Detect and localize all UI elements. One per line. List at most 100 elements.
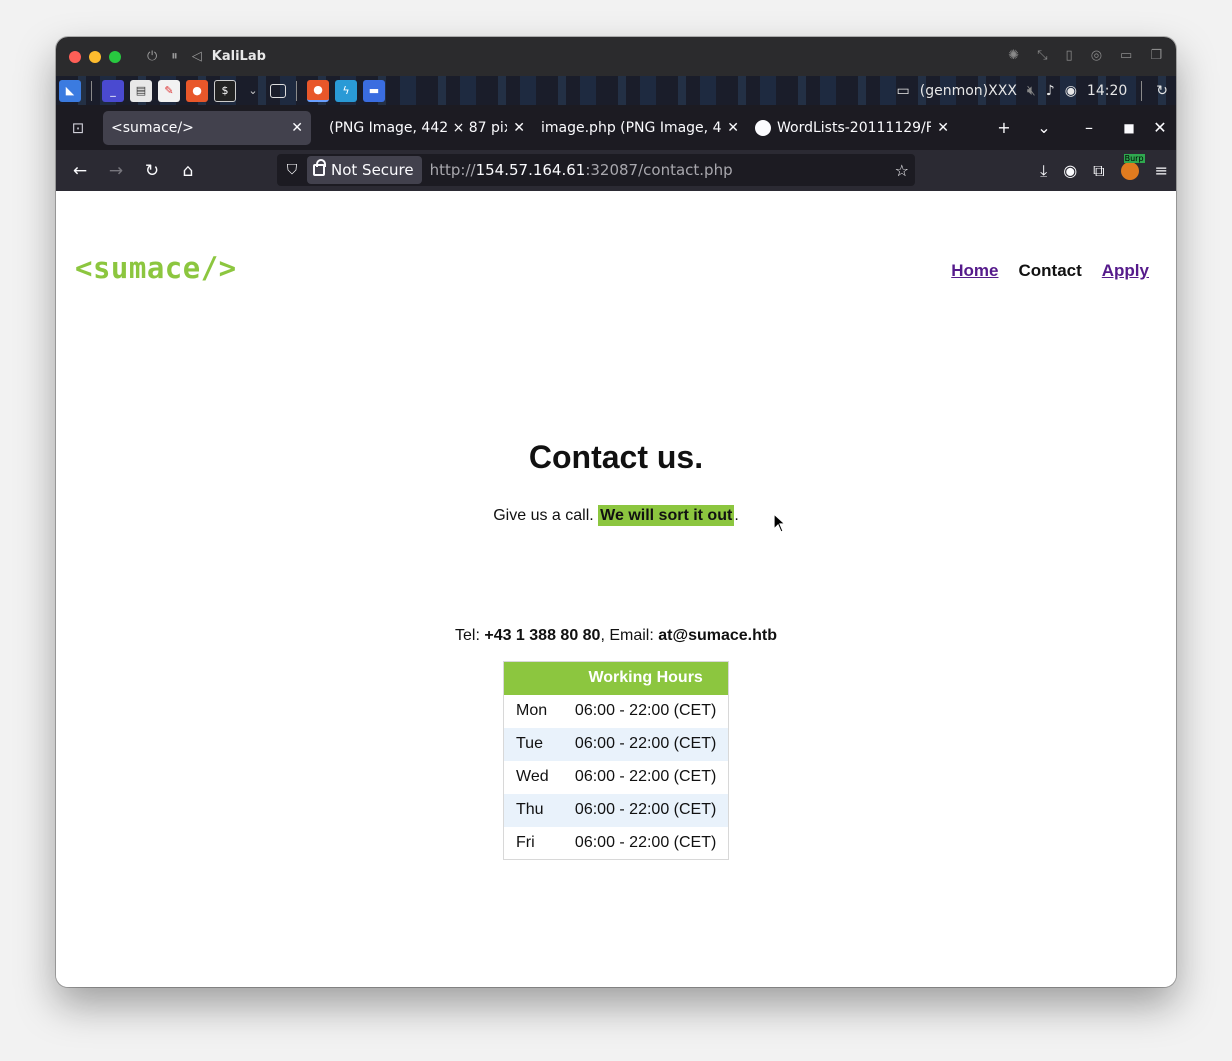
- kali-panel: ◣ _ ▤ ✎ ● $ ⌄ ● ϟ ▬ ▭ (genmon)XXX 🔇︎ ♪ ◉…: [56, 76, 1176, 105]
- folder-share-icon[interactable]: ▭: [1120, 48, 1132, 63]
- tagline-highlight: We will sort it out: [598, 505, 735, 526]
- burp-extension-icon[interactable]: [1120, 153, 1145, 180]
- back-triangle-icon[interactable]: ◁: [192, 49, 202, 64]
- url-path: :32087/contact.php: [585, 161, 733, 179]
- mute-icon[interactable]: 🔇︎: [1027, 83, 1036, 99]
- power-manager-icon[interactable]: ◉: [1065, 83, 1077, 99]
- tab-wordlists[interactable]: WordLists-20111129/File ✕: [747, 111, 957, 145]
- close-icon[interactable]: ✕: [1144, 118, 1176, 137]
- pause-icon[interactable]: ⏸: [171, 49, 178, 64]
- windows-icon[interactable]: ❐: [1150, 48, 1162, 63]
- nav-link-home[interactable]: Home: [951, 261, 998, 281]
- folder-window-icon[interactable]: ▬: [363, 79, 385, 102]
- tab-label: image.php (PNG Image, 442: [541, 119, 722, 136]
- url-scheme: http://: [429, 161, 476, 179]
- tab-label: WordLists-20111129/File: [777, 119, 932, 136]
- tagline: Give us a call. We will sort it out.: [56, 505, 1176, 526]
- window-icon[interactable]: [270, 83, 286, 98]
- table-row: Fri 06:00 - 22:00 (CET): [504, 827, 729, 860]
- contact-info: Tel: +43 1 388 80 80, Email: at@sumace.h…: [56, 627, 1176, 645]
- url-bar[interactable]: ⛉ Not Secure http://154.57.164.61:32087/…: [277, 154, 915, 186]
- new-tab-icon[interactable]: +: [984, 118, 1024, 137]
- bookmark-star-icon[interactable]: ☆: [895, 161, 909, 180]
- time-cell: 06:00 - 22:00 (CET): [574, 833, 717, 851]
- extensions-icon[interactable]: ⧉: [1093, 161, 1104, 181]
- monitor-icon: ▭: [896, 82, 910, 99]
- power-icon[interactable]: ⏻: [147, 49, 157, 64]
- text-editor-icon[interactable]: ✎: [158, 79, 180, 102]
- traffic-lights: [69, 50, 121, 63]
- genmon-label: (genmon)XXX: [919, 82, 1017, 99]
- terminal-icon[interactable]: $: [214, 79, 236, 102]
- table-header-working-hours: Working Hours: [563, 661, 729, 695]
- close-tab-icon[interactable]: ✕: [513, 120, 525, 136]
- kali-menu-icon[interactable]: ◣: [59, 79, 81, 102]
- home-icon[interactable]: ⌂: [170, 161, 206, 181]
- close-window-button[interactable]: [69, 50, 81, 63]
- url-host: 154.57.164.61: [475, 161, 586, 179]
- time-cell: 06:00 - 22:00 (CET): [574, 702, 717, 719]
- tab-overview-icon[interactable]: ⊡: [56, 105, 100, 150]
- bell-icon[interactable]: ♪: [1046, 83, 1055, 99]
- time-cell: 06:00 - 22:00 (CET): [563, 727, 729, 761]
- tab-png-image[interactable]: (PNG Image, 442 × 87 pixels ✕: [317, 111, 533, 145]
- firefox-launcher-icon[interactable]: ●: [186, 79, 208, 102]
- site-logo[interactable]: <sumace/>: [75, 251, 237, 285]
- close-tab-icon[interactable]: ✕: [291, 120, 303, 136]
- tab-label: <sumace/>: [111, 119, 194, 136]
- maximize-icon[interactable]: ■: [1114, 121, 1144, 135]
- download-icon[interactable]: ⤓: [1040, 161, 1047, 181]
- nav-link-contact: Contact: [1018, 261, 1082, 280]
- reload-icon[interactable]: ↻: [134, 161, 170, 181]
- forward-arrow-icon[interactable]: →: [98, 161, 134, 181]
- firefox-window-icon[interactable]: ●: [307, 79, 329, 102]
- brightness-icon[interactable]: ✺: [1008, 48, 1019, 63]
- chevron-down-icon[interactable]: ⌄: [242, 80, 264, 102]
- network-icon[interactable]: ◎: [1091, 48, 1102, 63]
- zoom-window-button[interactable]: [109, 50, 121, 63]
- minimize-icon[interactable]: –: [1064, 118, 1114, 137]
- site-nav: Home Contact Apply: [951, 261, 1149, 281]
- table-row: Tue 06:00 - 22:00 (CET): [503, 727, 729, 761]
- tab-image-php[interactable]: image.php (PNG Image, 442 ✕: [533, 111, 747, 145]
- clock[interactable]: 14:20: [1087, 83, 1127, 99]
- back-arrow-icon[interactable]: ←: [62, 161, 98, 181]
- tagline-suffix: .: [734, 507, 739, 524]
- mouse-cursor-icon: [773, 513, 787, 533]
- minimize-window-button[interactable]: [89, 50, 101, 63]
- shield-icon[interactable]: ⛉: [277, 162, 307, 178]
- web-page: <sumace/> Home Contact Apply Contact us.…: [56, 191, 1176, 987]
- working-hours-table: Working Hours Mon 06:00 - 22:00 (CET) Tu…: [503, 661, 729, 860]
- day-cell: Tue: [503, 727, 564, 761]
- file-manager-icon[interactable]: ▤: [130, 79, 152, 102]
- not-secure-label: Not Secure: [331, 161, 414, 179]
- page-title: Contact us.: [528, 439, 704, 475]
- account-icon[interactable]: ◉: [1063, 161, 1077, 180]
- tel-label: Tel:: [455, 627, 485, 644]
- tel-number: +43 1 388 80 80: [484, 627, 601, 644]
- day-cell: Thu: [503, 793, 564, 827]
- refresh-session-icon[interactable]: ↻: [1156, 83, 1168, 99]
- github-icon: [755, 119, 771, 136]
- vm-titlebar: ⏻ ⏸ ◁ KaliLab ✺ ⤡ ▯ ◎ ▭ ❐: [56, 37, 1176, 76]
- table-header-empty: [503, 661, 564, 695]
- nav-link-apply[interactable]: Apply: [1102, 261, 1149, 281]
- not-secure-badge[interactable]: Not Secure: [307, 156, 422, 184]
- close-tab-icon[interactable]: ✕: [937, 120, 949, 136]
- tagline-prefix: Give us a call.: [493, 507, 599, 524]
- usb-icon[interactable]: ▯: [1066, 48, 1073, 63]
- day-cell: Wed: [516, 768, 549, 785]
- url-text[interactable]: http://154.57.164.61:32087/contact.php: [430, 161, 733, 179]
- hamburger-menu-icon[interactable]: ≡: [1155, 161, 1168, 180]
- close-tab-icon[interactable]: ✕: [727, 120, 739, 136]
- resize-icon[interactable]: ⤡: [1037, 48, 1047, 63]
- burp-window-icon[interactable]: ϟ: [335, 79, 357, 102]
- list-tabs-icon[interactable]: ⌄: [1024, 118, 1064, 137]
- day-cell: Mon: [516, 702, 548, 719]
- tab-sumace[interactable]: <sumace/> ✕: [103, 110, 311, 145]
- lock-icon: [313, 159, 326, 176]
- email-address: at@sumace.htb: [658, 627, 777, 644]
- workspace-icon[interactable]: _: [102, 79, 124, 102]
- table-row: Wed 06:00 - 22:00 (CET): [504, 761, 729, 794]
- time-cell: 06:00 - 22:00 (CET): [574, 768, 717, 785]
